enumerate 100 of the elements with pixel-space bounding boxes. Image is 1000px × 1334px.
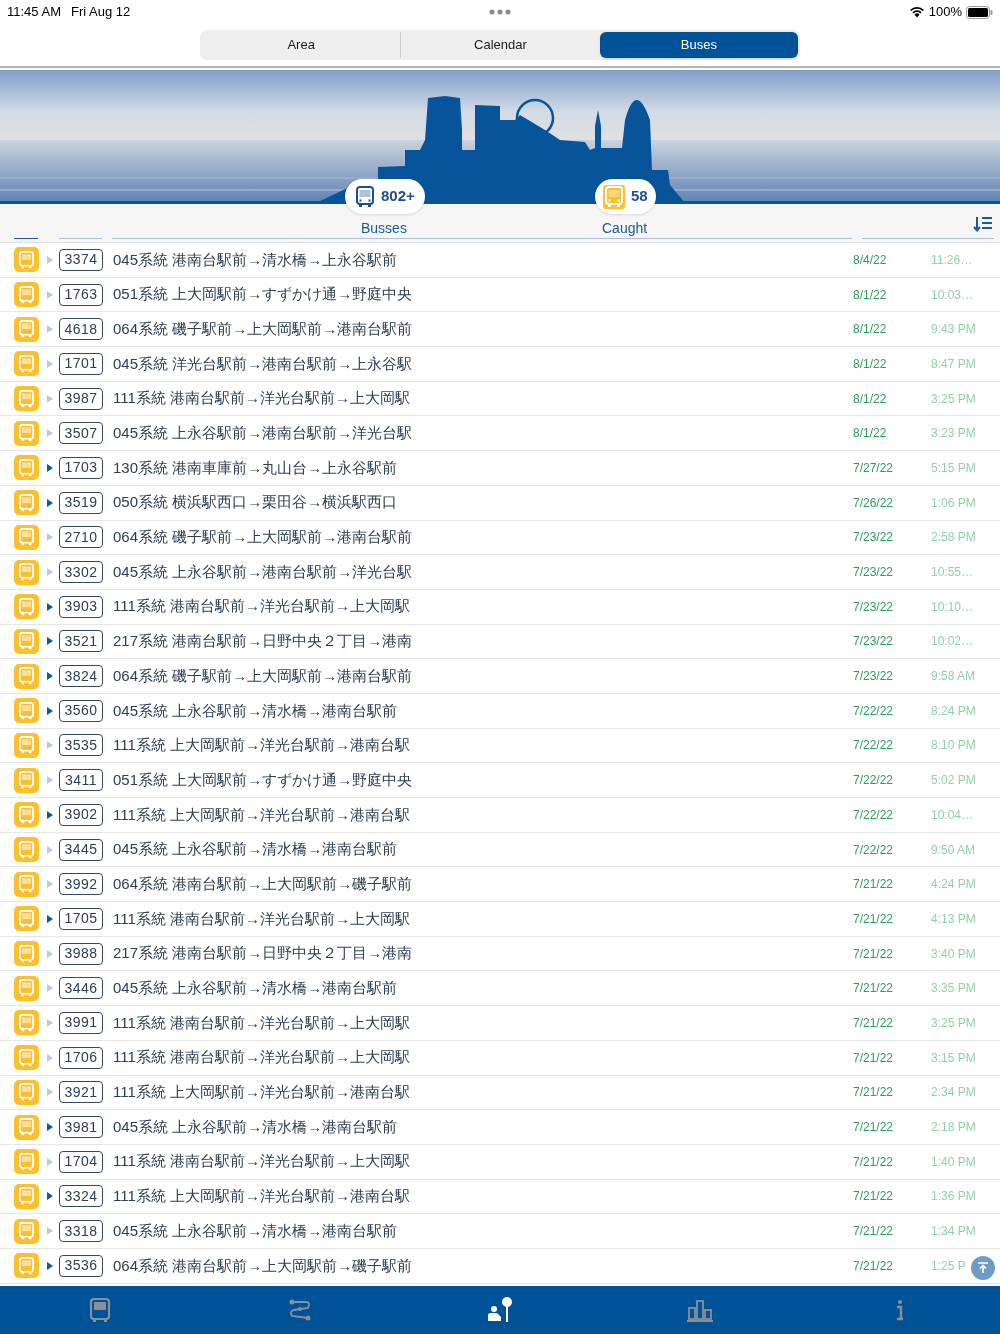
bus-number-tag: 1763: [59, 283, 103, 306]
caught-time: 1:40 PM: [931, 1153, 976, 1171]
disclosure-triangle-icon[interactable]: [47, 637, 53, 646]
bus-number-tag: 3992: [59, 873, 103, 896]
caught-time: 1:34 PM: [931, 1223, 976, 1241]
bus-icon: [14, 941, 39, 967]
route-name[interactable]: 130系統 港南車庫前→丸山台→上永谷駅前: [113, 456, 853, 480]
route-name[interactable]: 111系統 上大岡駅前→洋光台駅前→港南台駅: [113, 1081, 853, 1104]
caught-time: 2:58 PM: [931, 529, 976, 547]
status-time: 11:45 AM: [7, 3, 61, 22]
busses-column-label[interactable]: Busses: [361, 218, 407, 239]
route-name[interactable]: 045系統 上永谷駅前→清水橋→港南台駅前: [113, 977, 853, 1000]
bus-icon: [14, 698, 39, 724]
bus-icon: [14, 1149, 39, 1175]
bus-icon: [14, 1253, 39, 1279]
caught-time: 10:10…: [931, 598, 974, 616]
caught-time: 11:26…: [931, 251, 973, 269]
route-name[interactable]: 111系統 港南台駅前→洋光台駅前→上大岡駅: [113, 907, 853, 931]
caught-time: 9:58 AM: [931, 668, 976, 686]
caught-time: 3:25 PM: [931, 390, 976, 408]
route-name[interactable]: 051系統 上大岡駅前→すずかけ通→野庭中央: [113, 283, 853, 306]
bus-icon: [14, 455, 39, 481]
route-name[interactable]: 111系統 上大岡駅前→洋光台駅前→港南台駅: [113, 1185, 853, 1208]
bus-number-tag: 3318: [59, 1220, 103, 1243]
route-name[interactable]: 111系統 港南台駅前→洋光台駅前→上大岡駅: [113, 1150, 853, 1173]
caught-date: 7/22/22: [853, 841, 895, 859]
disclosure-triangle-icon[interactable]: [47, 602, 53, 611]
route-name[interactable]: 045系統 上永谷駅前→清水橋→港南台駅前: [113, 1115, 853, 1139]
disclosure-triangle-icon[interactable]: [47, 1261, 53, 1270]
disclosure-triangle-icon[interactable]: [47, 672, 53, 681]
route-name[interactable]: 064系統 港南台駅前→上大岡駅前→磯子駅前: [113, 872, 853, 896]
route-name[interactable]: 217系統 港南台駅前→日野中央２丁目→港南: [113, 630, 853, 653]
route-name[interactable]: 111系統 港南台駅前→洋光台駅前→上大岡駅: [113, 1046, 853, 1069]
status-date: Fri Aug 12: [70, 3, 131, 22]
route-name[interactable]: 045系統 洋光台駅前→港南台駅前→上永谷駅: [113, 352, 853, 376]
route-name[interactable]: 111系統 上大岡駅前→洋光台駅前→港南台駅: [113, 803, 853, 827]
caught-date: 7/21/22: [853, 876, 895, 894]
caught-time: 9:43 PM: [931, 321, 976, 339]
bus-icon: [14, 524, 39, 550]
segment-tab[interactable]: Calendar: [400, 32, 600, 58]
route-name[interactable]: 111系統 上大岡駅前→洋光台駅前→港南台駅: [113, 734, 853, 757]
caught-column-label[interactable]: Caught: [602, 218, 648, 239]
route-name[interactable]: 050系統 横浜駅西口→栗田谷→横浜駅西口: [113, 491, 853, 514]
route-name[interactable]: 111系統 港南台駅前→洋光台駅前→上大岡駅: [113, 1011, 853, 1035]
route-name[interactable]: 064系統 磯子駅前→上大岡駅前→港南台駅前: [113, 664, 853, 688]
bus-icon: [14, 1079, 39, 1105]
route-name[interactable]: 064系統 港南台駅前→上大岡駅前→磯子駅前: [113, 1254, 853, 1278]
disclosure-triangle-icon[interactable]: [47, 810, 53, 819]
disclosure-triangle-icon[interactable]: [47, 914, 53, 923]
bus-number-tag: 3302: [59, 561, 103, 584]
caught-time: 3:40 PM: [931, 945, 976, 963]
caught-time: 10:03…: [931, 286, 974, 304]
route-name[interactable]: 051系統 上大岡駅前→すずかけ通→野庭中央: [113, 768, 853, 792]
bus-number-tag: 1705: [59, 907, 103, 930]
bus-number-tag: 3536: [59, 1254, 103, 1277]
route-name[interactable]: 045系統 上永谷駅前→港南台駅前→洋光台駅: [113, 422, 853, 445]
caught-time: 1:25 P: [931, 1257, 966, 1275]
bus-icon: [14, 386, 39, 412]
bus-number-tag: 3446: [59, 977, 103, 1000]
wifi-icon: [908, 6, 925, 18]
bus-icon: [14, 837, 39, 863]
bus-number-tag: 3988: [59, 942, 103, 965]
caught-time: 3:35 PM: [931, 980, 976, 998]
caught-date: 7/23/22: [853, 564, 895, 582]
disclosure-triangle-icon[interactable]: [47, 463, 53, 472]
bus-number-tag: 2710: [59, 526, 103, 549]
bus-number-tag: 4618: [59, 318, 103, 341]
route-name[interactable]: 045系統 上永谷駅前→清水橋→港南台駅前: [113, 1219, 853, 1243]
bus-number-tag: 1704: [59, 1150, 103, 1173]
route-name[interactable]: 111系統 港南台駅前→洋光台駅前→上大岡駅: [113, 387, 853, 410]
route-name[interactable]: 111系統 港南台駅前→洋光台駅前→上大岡駅: [113, 595, 853, 618]
route-name[interactable]: 045系統 港南台駅前→清水橋→上永谷駅前: [113, 248, 853, 272]
bus-number-tag: 3519: [59, 491, 103, 514]
bus-icon: [14, 663, 39, 689]
busses-count-pill[interactable]: 802+: [345, 179, 425, 214]
scroll-to-top-button[interactable]: [971, 1256, 995, 1280]
route-name[interactable]: 217系統 港南台駅前→日野中央２丁目→港南: [113, 942, 853, 965]
segment-tab[interactable]: Area: [202, 32, 401, 58]
battery-percent: 100%: [928, 3, 962, 22]
route-name[interactable]: 064系統 磯子駅前→上大岡駅前→港南台駅前: [113, 317, 853, 341]
segment-tab[interactable]: Buses: [599, 32, 798, 58]
route-name[interactable]: 064系統 磯子駅前→上大岡駅前→港南台駅前: [113, 526, 853, 549]
caught-date: 7/21/22: [853, 1084, 895, 1102]
caught-time: 8:47 PM: [931, 355, 976, 373]
bus-icon: [14, 420, 39, 446]
disclosure-triangle-icon[interactable]: [47, 706, 53, 715]
bus-icon: [14, 1218, 39, 1244]
caught-time: 1:06 PM: [931, 494, 976, 512]
info-icon: [896, 1299, 904, 1321]
sort-icon[interactable]: [973, 216, 993, 232]
caught-date: 7/22/22: [853, 702, 895, 720]
disclosure-triangle-icon[interactable]: [47, 498, 53, 507]
route-name[interactable]: 045系統 上永谷駅前→港南台駅前→洋光台駅: [113, 560, 853, 584]
bus-number-tag: 3981: [59, 1116, 103, 1139]
route-name[interactable]: 045系統 上永谷駅前→清水橋→港南台駅前: [113, 699, 853, 723]
bus-number-tag: 3521: [59, 630, 103, 653]
disclosure-triangle-icon[interactable]: [47, 1192, 53, 1201]
disclosure-triangle-icon[interactable]: [47, 1123, 53, 1132]
bus-number-tag: 3411: [59, 769, 103, 792]
route-name[interactable]: 045系統 上永谷駅前→清水橋→港南台駅前: [113, 838, 853, 861]
